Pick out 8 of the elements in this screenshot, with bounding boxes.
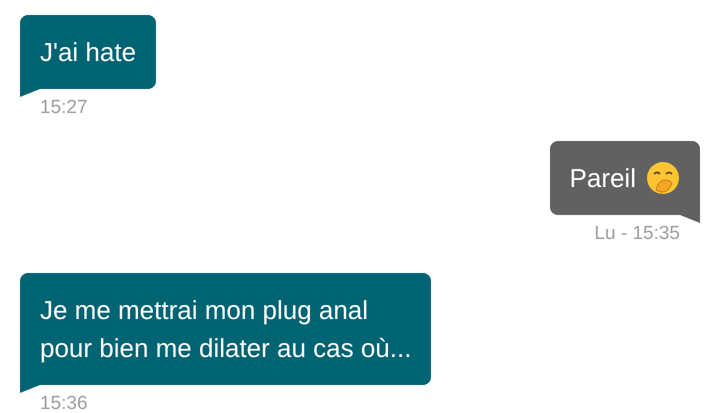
message-time: 15:36 bbox=[40, 393, 88, 413]
message-time: 15:27 bbox=[40, 97, 88, 119]
message-text: Pareil bbox=[570, 162, 636, 195]
emoji-icon bbox=[646, 161, 680, 195]
message-time: Lu - 15:35 bbox=[594, 223, 680, 245]
message-text: Je me mettrai mon plug anal bbox=[40, 294, 370, 327]
message-text: pour bien me dilater au cas où... bbox=[40, 332, 412, 365]
message-text: J'ai hate bbox=[40, 36, 136, 69]
